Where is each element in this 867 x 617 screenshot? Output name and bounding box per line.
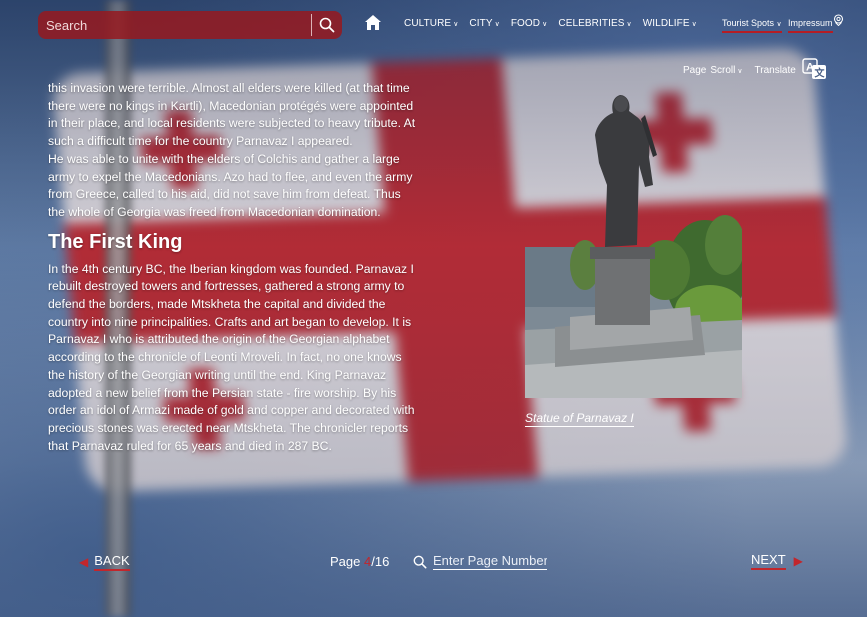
total-pages: /16 [371, 554, 390, 569]
chevron-down-icon: ∨ [542, 20, 548, 28]
home-button[interactable] [364, 14, 382, 36]
section-heading: The First King [48, 230, 183, 253]
page-mode-label[interactable]: Page [683, 65, 706, 76]
home-icon [365, 15, 381, 30]
nav-item-city[interactable]: CITY ∨ [469, 18, 499, 29]
page-tools: Page Scroll ∨ Translate A 文 [683, 58, 828, 83]
search-bar [38, 11, 342, 39]
search-button[interactable] [312, 11, 342, 39]
article-paragraph: this invasion were terrible. Almost all … [48, 81, 416, 149]
nav-item-celebrities[interactable]: CELEBRITIES ∨ [558, 18, 631, 29]
search-divider [311, 14, 312, 36]
article-paragraph: In the 4th century BC, the Iberian kingd… [48, 261, 415, 453]
search-icon [413, 555, 427, 568]
nav-item-label: CULTURE [404, 18, 452, 29]
scroll-mode-dropdown[interactable]: Scroll ∨ [710, 65, 742, 76]
chevron-down-icon: ∨ [691, 20, 697, 28]
translate-icon[interactable]: A 文 [802, 58, 828, 83]
statue-image [525, 95, 742, 398]
nav-item-label: CITY [469, 18, 493, 29]
page-word: Page [330, 554, 361, 569]
article-paragraph: He was able to unite with the elders of … [48, 151, 413, 219]
chevron-down-icon: ∨ [737, 67, 743, 75]
nav-item-culture[interactable]: CULTURE ∨ [404, 18, 458, 29]
nav-item-label: CELEBRITIES [558, 18, 625, 29]
tourist-spots-menu[interactable]: Tourist Spots ∨ [722, 18, 782, 33]
nav-item-label: FOOD [510, 18, 541, 29]
chevron-down-icon: ∨ [626, 20, 632, 28]
translate-button[interactable]: Translate [755, 65, 796, 76]
back-button[interactable]: ◀ BACK [79, 553, 130, 571]
image-caption: Statue of Parnavaz I [525, 411, 634, 427]
page-indicator: Page 4/16 [330, 554, 389, 569]
page-number-input[interactable] [433, 553, 547, 570]
chevron-down-icon: ∨ [494, 20, 500, 28]
chevron-down-icon: ∨ [776, 21, 782, 28]
chevron-down-icon: ∨ [453, 20, 459, 28]
impressum-label: Impressum [788, 14, 833, 33]
article-body: this invasion were terrible. Almost all … [48, 80, 420, 455]
scroll-label: Scroll [710, 65, 736, 76]
page-search [413, 553, 547, 570]
nav-item-food[interactable]: FOOD ∨ [511, 18, 548, 29]
next-button[interactable]: NEXT ▶ [751, 552, 803, 570]
back-label: BACK [94, 553, 130, 571]
svg-text:文: 文 [814, 67, 825, 80]
chevron-right-icon: ▶ [793, 554, 803, 568]
chevron-left-icon: ◀ [79, 555, 89, 569]
impressum-link[interactable]: Impressum [788, 14, 844, 33]
location-pin-icon [833, 14, 843, 26]
nav-item-wildlife[interactable]: WILDLIFE ∨ [643, 18, 697, 29]
main-nav: CULTURE ∨ CITY ∨ FOOD ∨ CELEBRITIES ∨ WI… [404, 18, 708, 29]
nav-item-label: WILDLIFE [642, 18, 690, 29]
tourist-spots-label: Tourist Spots [722, 18, 775, 28]
next-label: NEXT [751, 552, 786, 570]
search-icon [319, 17, 335, 33]
search-input[interactable] [38, 11, 311, 39]
